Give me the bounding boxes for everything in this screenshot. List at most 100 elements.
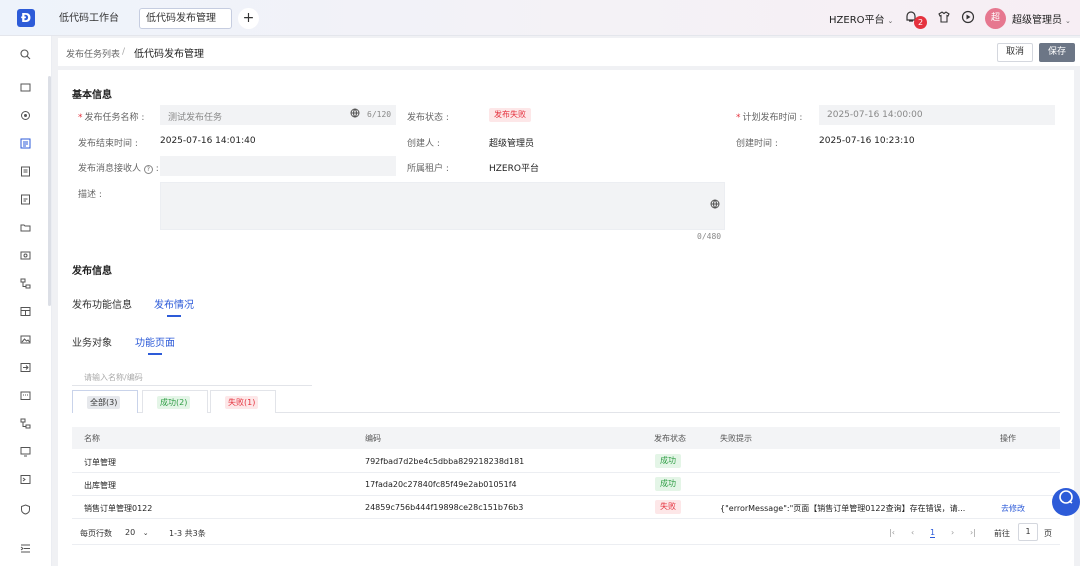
table-row: 出库管理 17fada20c27840fc85f49e2ab01051f4 成功	[72, 473, 1060, 496]
user-name: 超级管理员	[1012, 15, 1062, 26]
folder-icon[interactable]	[17, 221, 34, 238]
table-row: 销售订单管理0122 24859c756b444f19898ce28c151b7…	[72, 496, 1060, 519]
app-logo[interactable]: Ð	[17, 9, 35, 27]
col-code: 编码	[365, 434, 381, 443]
chevron-down-icon: ⌄	[887, 17, 894, 25]
top-bar: Ð 低代码工作台 低代码发布管理 + HZERO平台 ⌄ 2 超 超级管理员 ⌄	[0, 0, 1080, 36]
globe-icon[interactable]	[710, 199, 720, 212]
pagination: 每页行数 20 ⌄ 1-3 共3条 |‹ ‹ 1 › ›| 前往 1 页	[72, 520, 1060, 545]
filter-fail-label: 失败(1)	[225, 396, 259, 409]
rail-scrollbar[interactable]	[48, 76, 51, 306]
col-error: 失败提示	[720, 434, 752, 443]
last-page-icon[interactable]: ›|	[970, 528, 976, 537]
side-rail	[0, 36, 52, 566]
row-name: 出库管理	[84, 481, 116, 490]
row-code: 792fbad7d2be4c5dbba829218238d181	[365, 457, 525, 466]
status-badge: 发布失败	[489, 108, 531, 122]
tab-publish-status[interactable]: 发布情况	[154, 296, 194, 317]
row-code: 24859c756b444f19898ce28c151b76b3	[365, 503, 524, 512]
end-time-label: 发布结束时间 :	[78, 139, 138, 149]
filter-fail[interactable]: 失败(1)	[210, 390, 276, 413]
main-content: 基本信息 * 发布任务名称 : 测试发布任务 6/120 发布状态 : 发布失败 …	[58, 70, 1074, 566]
storage-icon[interactable]	[17, 249, 34, 266]
report-icon[interactable]	[17, 193, 34, 210]
breadcrumb: 发布任务列表 / 低代码发布管理 取消 保存	[58, 38, 1080, 66]
section-title-basic: 基本信息	[72, 90, 112, 101]
goto-input[interactable]: 1	[1018, 523, 1038, 541]
filter-success[interactable]: 成功(2)	[142, 390, 208, 413]
tenant-selector[interactable]: HZERO平台 ⌄	[829, 11, 893, 26]
help-icon[interactable]: ?	[143, 165, 153, 174]
col-name: 名称	[84, 434, 100, 443]
tab-function-page[interactable]: 功能页面	[135, 334, 175, 355]
tab-lowcode-publish[interactable]: 低代码发布管理	[139, 8, 232, 29]
tenant-name: HZERO平台	[829, 15, 885, 26]
table-row: 订单管理 792fbad7d2be4c5dbba829218238d181 成功	[72, 450, 1060, 473]
status-badge: 失败	[655, 500, 681, 514]
creator-label: 创建人 :	[407, 139, 440, 149]
add-tab-button[interactable]: +	[238, 8, 259, 29]
monitor-icon[interactable]	[17, 445, 34, 462]
tenant-value: HZERO平台	[489, 164, 539, 174]
task-name-input[interactable]: 测试发布任务 6/120	[160, 105, 396, 125]
terminal-icon[interactable]	[17, 473, 34, 490]
hierarchy-icon[interactable]	[17, 417, 34, 434]
task-name-counter: 6/120	[367, 110, 392, 119]
goto-label: 前往	[994, 529, 1010, 538]
plan-time-value: 2025-07-16 14:00:00	[827, 110, 923, 120]
document-icon[interactable]	[17, 165, 34, 182]
task-name-label: * 发布任务名称 :	[78, 113, 145, 123]
tab-lowcode-workbench[interactable]: 低代码工作台	[52, 8, 128, 29]
tab-publish-function-info[interactable]: 发布功能信息	[72, 296, 132, 311]
rows-per-page-label: 每页行数	[80, 529, 112, 538]
calendar-icon[interactable]	[17, 389, 34, 406]
theme-icon[interactable]	[936, 10, 952, 26]
image-icon[interactable]	[17, 333, 34, 350]
help-chat-icon[interactable]	[1052, 488, 1080, 516]
table-icon[interactable]	[17, 305, 34, 322]
desc-textarea[interactable]	[160, 182, 725, 230]
fix-link[interactable]: 去修改	[1001, 503, 1025, 514]
desc-label: 描述 :	[78, 190, 102, 200]
plan-time-label: * 计划发布时间 :	[736, 113, 803, 123]
plan-time-input[interactable]: 2025-07-16 14:00:00	[819, 105, 1055, 125]
globe-icon[interactable]	[350, 108, 360, 121]
prev-page-icon[interactable]: ‹	[911, 528, 914, 537]
user-menu[interactable]: 超级管理员 ⌄	[1012, 11, 1071, 26]
flow-icon[interactable]	[17, 277, 34, 294]
import-icon[interactable]	[17, 361, 34, 378]
play-icon[interactable]	[960, 10, 976, 26]
filter-all[interactable]: 全部(3)	[72, 390, 138, 413]
search-input[interactable]: 请输入名称/编码	[72, 366, 312, 386]
settings-icon[interactable]	[17, 109, 34, 126]
dashboard-icon[interactable]	[17, 81, 34, 98]
breadcrumb-parent-link[interactable]: 发布任务列表	[66, 47, 120, 60]
table-header: 名称 编码 发布状态 失败提示 操作	[72, 427, 1060, 449]
search-icon[interactable]	[17, 48, 34, 65]
next-page-icon[interactable]: ›	[951, 528, 954, 537]
filter-all-label: 全部(3)	[87, 396, 121, 409]
col-status: 发布状态	[654, 434, 686, 443]
tab-business-object[interactable]: 业务对象	[72, 334, 112, 349]
chevron-down-icon: ⌄	[142, 529, 149, 537]
avatar[interactable]: 超	[985, 8, 1006, 29]
menu-collapse-icon[interactable]	[17, 542, 34, 559]
section-title-publish: 发布信息	[72, 266, 112, 277]
tenant-label: 所属租户 :	[407, 164, 449, 174]
page-number[interactable]: 1	[930, 528, 936, 538]
chevron-down-icon: ⌄	[1065, 17, 1071, 25]
page-unit: 页	[1044, 529, 1052, 538]
rows-per-page-select[interactable]: 20 ⌄	[125, 528, 149, 537]
notification-badge: 2	[914, 16, 927, 29]
row-code: 17fada20c27840fc85f49e2ab01051f4	[365, 480, 517, 489]
cancel-button[interactable]: 取消	[997, 43, 1033, 62]
receiver-label: 发布消息接收人 ? :	[78, 164, 159, 174]
receiver-input[interactable]	[160, 156, 396, 176]
security-icon[interactable]	[17, 503, 34, 520]
publish-module-icon[interactable]	[17, 137, 34, 154]
row-name: 订单管理	[84, 458, 116, 467]
desc-counter: 0/480	[697, 232, 722, 241]
first-page-icon[interactable]: |‹	[889, 528, 895, 537]
status-badge: 成功	[655, 454, 681, 468]
save-button[interactable]: 保存	[1039, 43, 1075, 62]
